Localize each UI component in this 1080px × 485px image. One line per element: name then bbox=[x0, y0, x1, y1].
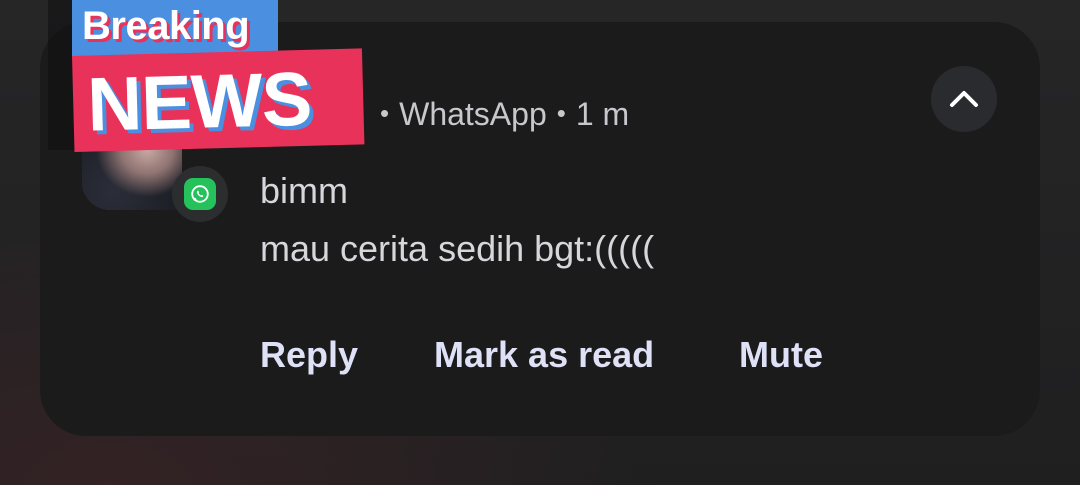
separator-dot: • bbox=[556, 98, 566, 128]
whatsapp-glyph bbox=[191, 185, 209, 203]
chevron-up-icon bbox=[950, 91, 978, 107]
breaking-label-box: Breaking bbox=[72, 0, 278, 58]
message-text: mau cerita sedih bgt:((((( bbox=[260, 228, 655, 269]
breaking-news-sticker: Breaking NEWS bbox=[48, 0, 370, 160]
mark-as-read-button[interactable]: Mark as read bbox=[434, 334, 654, 376]
notification-time: 1 m bbox=[575, 96, 630, 132]
app-name: WhatsApp bbox=[399, 96, 547, 132]
news-label: NEWS bbox=[86, 56, 313, 148]
separator-dot: • bbox=[380, 98, 390, 128]
whatsapp-icon bbox=[184, 178, 216, 210]
app-badge bbox=[172, 166, 228, 222]
notification-meta: • WhatsApp • 1 m bbox=[380, 96, 629, 133]
collapse-button[interactable] bbox=[931, 66, 997, 132]
news-label-box: NEWS bbox=[72, 48, 365, 152]
sender-name: bimm bbox=[260, 170, 348, 211]
mute-button[interactable]: Mute bbox=[739, 334, 823, 376]
breaking-label: Breaking bbox=[82, 4, 250, 48]
reply-button[interactable]: Reply bbox=[260, 334, 358, 376]
